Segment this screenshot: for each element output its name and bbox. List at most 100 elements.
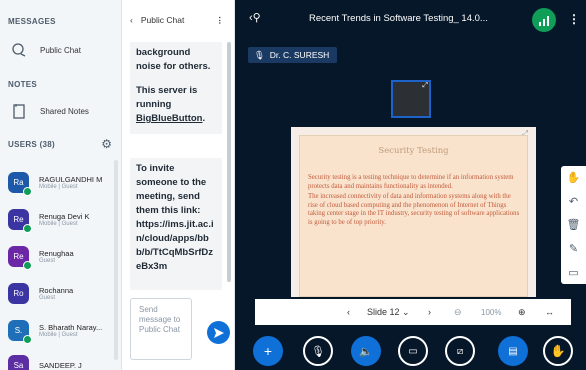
- hand-tool-icon[interactable]: ✋: [567, 171, 581, 184]
- slide-navigation-bar: ‹ Slide 12 ⌄ › ⊖ 100% ⊕ ↔: [255, 299, 571, 325]
- zoom-level: 100%: [481, 307, 502, 317]
- chat-header: ‹ Public Chat ⋮: [122, 0, 234, 40]
- more-options-icon[interactable]: ⋮: [568, 12, 580, 26]
- chat-message: background noise for others. This server…: [130, 42, 222, 134]
- zoom-in-icon[interactable]: ⊕: [518, 307, 526, 318]
- message-text: background noise for others.: [136, 47, 211, 72]
- shared-notes-item[interactable]: Shared Notes: [0, 102, 89, 120]
- user-item[interactable]: S. S. Bharath Naray... Mobile | Guest: [8, 320, 115, 344]
- public-chat-item[interactable]: Public Chat: [0, 41, 81, 59]
- user-role: Guest: [39, 258, 56, 264]
- undo-icon[interactable]: ↶: [569, 195, 578, 208]
- actions-button[interactable]: +: [253, 336, 283, 366]
- mic-status-icon: [23, 335, 32, 344]
- mic-status-icon: [23, 261, 32, 270]
- user-name: Rochanna: [39, 286, 74, 295]
- mic-status-icon: [23, 187, 32, 196]
- chat-message: To invite someone to the meeting, send t…: [130, 158, 222, 290]
- user-list-scrollbar[interactable]: [114, 160, 118, 360]
- next-slide-icon[interactable]: ›: [428, 307, 431, 317]
- screen-share-button[interactable]: ⧄: [445, 336, 475, 366]
- mic-status-icon: [23, 224, 32, 233]
- user-role: Mobile | Guest: [39, 184, 78, 190]
- presenter-name: Dr. C. SURESH: [269, 50, 330, 60]
- plus-icon: +: [263, 343, 273, 359]
- slide-content: Security Testing Security testing is a t…: [299, 135, 528, 297]
- fit-width-icon[interactable]: ↔: [545, 307, 554, 317]
- connection-status-icon[interactable]: [532, 8, 556, 32]
- screen-share-off-icon: ⧄: [456, 345, 464, 357]
- zoom-out-icon[interactable]: ⊖: [454, 307, 462, 318]
- slide-title: Security Testing: [378, 146, 449, 156]
- chat-message-input[interactable]: Send message to Public Chat: [130, 298, 192, 360]
- bbb-link[interactable]: BigBlueButton: [136, 113, 203, 124]
- messages-header: MESSAGES: [8, 17, 56, 26]
- whiteboard-icon[interactable]: ▭: [568, 266, 578, 279]
- notes-header: NOTES: [8, 80, 38, 89]
- user-role: Guest: [39, 295, 56, 301]
- shared-notes-label: Shared Notes: [40, 106, 89, 116]
- notes-icon: [10, 102, 28, 120]
- user-name: Renughaa: [39, 249, 74, 258]
- chat-scrollbar[interactable]: [227, 42, 231, 282]
- user-name: RAGULGANDHI M: [39, 175, 103, 184]
- users-header: USERS (38): [8, 139, 56, 149]
- webcam-thumbnail[interactable]: ⤢: [391, 80, 431, 118]
- user-item[interactable]: Re Renuga Devi K Mobile | Guest: [8, 209, 115, 233]
- media-controls: + 🎙 🔈 ▭ ⧄ ▤ ✋: [235, 332, 586, 370]
- message-text: To invite someone to the meeting, send t…: [136, 163, 207, 216]
- user-name: Renuga Devi K: [39, 212, 90, 221]
- hand-icon: ✋: [550, 344, 566, 358]
- mute-button[interactable]: 🎙: [303, 336, 333, 366]
- user-item[interactable]: Ro Rochanna Guest: [8, 283, 115, 304]
- slide-paragraph: The increased connectivity of data and i…: [308, 193, 520, 226]
- previous-slide-icon[interactable]: ‹: [347, 307, 350, 317]
- webcam-button[interactable]: ▭: [398, 336, 428, 366]
- more-options-icon[interactable]: ⋮: [216, 15, 225, 26]
- message-text: This server is running: [136, 85, 198, 110]
- meeting-title: Recent Trends in Software Testing_ 14.0.…: [309, 13, 488, 24]
- presenter-badge: 🎙 Dr. C. SURESH: [248, 47, 338, 63]
- presentation-icon: ▤: [508, 345, 518, 357]
- user-item[interactable]: Ra RAGULGANDHI M Mobile | Guest: [8, 172, 115, 196]
- slide-selector[interactable]: Slide 12 ⌄: [367, 307, 410, 318]
- presentation-slide: ⤢ Security Testing Security testing is a…: [291, 127, 536, 297]
- user-item[interactable]: Re Renughaa Guest: [8, 246, 115, 270]
- avatar: Sa: [8, 355, 29, 370]
- speaker-icon: 🔈: [359, 345, 373, 358]
- mic-icon: 🎙: [254, 49, 265, 60]
- send-button[interactable]: [207, 321, 230, 344]
- avatar: Re: [8, 246, 32, 270]
- audio-button[interactable]: 🔈: [351, 336, 381, 366]
- multi-user-pen-icon[interactable]: ✎: [569, 242, 578, 255]
- presentation-button[interactable]: ▤: [498, 336, 528, 366]
- raise-hand-button[interactable]: ✋: [543, 336, 573, 366]
- back-chevron-icon[interactable]: ‹: [130, 15, 133, 25]
- chat-icon: [10, 41, 28, 59]
- camera-off-icon: ▭: [408, 345, 418, 357]
- chat-panel: ‹ Public Chat ⋮ background noise for oth…: [122, 0, 235, 370]
- user-name: SANDEEP. J: [39, 361, 82, 370]
- top-bar: ‹⚲ Recent Trends in Software Testing_ 14…: [235, 0, 586, 40]
- gear-icon[interactable]: ⚙: [101, 137, 112, 151]
- annotation-toolbar: ✋ ↶ 🗑 ✎ ▭: [561, 166, 586, 284]
- send-icon: [213, 327, 224, 338]
- invite-link[interactable]: https://ims.jit.ac.in/cloud/apps/bbb/b/T…: [136, 218, 216, 274]
- presentation-area: ‹⚲ Recent Trends in Software Testing_ 14…: [235, 0, 586, 370]
- chat-title[interactable]: Public Chat: [141, 15, 184, 25]
- slide-paragraph: Security testing is a testing technique …: [308, 174, 514, 190]
- public-chat-label: Public Chat: [40, 45, 81, 55]
- users-header-row: USERS (38) ⚙: [0, 137, 121, 151]
- slide-body: Security testing is a testing technique …: [308, 174, 520, 230]
- mic-muted-icon: 🎙: [311, 345, 325, 358]
- user-role: Mobile | Guest: [39, 332, 78, 338]
- expand-icon[interactable]: ⤢: [422, 82, 428, 90]
- avatar: S.: [8, 320, 32, 344]
- avatar: Re: [8, 209, 32, 233]
- avatar: Ra: [8, 172, 32, 196]
- user-list-toggle-icon[interactable]: ‹⚲: [249, 11, 261, 24]
- user-item[interactable]: Sa SANDEEP. J: [8, 355, 115, 370]
- avatar: Ro: [8, 283, 29, 304]
- trash-icon[interactable]: 🗑: [567, 218, 581, 231]
- user-name: S. Bharath Naray...: [39, 323, 103, 332]
